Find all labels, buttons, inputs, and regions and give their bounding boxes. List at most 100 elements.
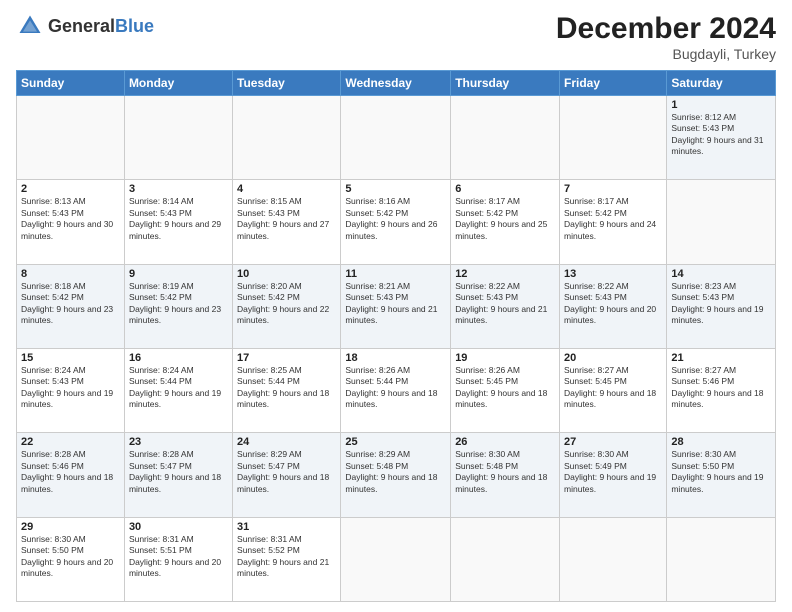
cell-details: Sunrise: 8:25 AMSunset: 5:44 PMDaylight:… [237,365,329,409]
cell-details: Sunrise: 8:24 AMSunset: 5:43 PMDaylight:… [21,365,113,409]
cell-details: Sunrise: 8:30 AMSunset: 5:49 PMDaylight:… [564,449,656,493]
calendar-cell: 11Sunrise: 8:21 AMSunset: 5:43 PMDayligh… [341,264,451,348]
cell-details: Sunrise: 8:29 AMSunset: 5:48 PMDaylight:… [345,449,437,493]
day-number: 28 [671,436,771,448]
calendar-cell [667,517,776,601]
calendar-cell: 8Sunrise: 8:18 AMSunset: 5:42 PMDaylight… [17,264,125,348]
calendar-cell: 12Sunrise: 8:22 AMSunset: 5:43 PMDayligh… [451,264,560,348]
cell-details: Sunrise: 8:27 AMSunset: 5:45 PMDaylight:… [564,365,656,409]
calendar-cell: 17Sunrise: 8:25 AMSunset: 5:44 PMDayligh… [233,348,341,432]
day-number: 31 [237,521,336,533]
col-monday: Monday [124,71,232,96]
cell-details: Sunrise: 8:13 AMSunset: 5:43 PMDaylight:… [21,196,113,240]
cell-details: Sunrise: 8:30 AMSunset: 5:48 PMDaylight:… [455,449,547,493]
calendar-cell: 14Sunrise: 8:23 AMSunset: 5:43 PMDayligh… [667,264,776,348]
logo-icon [16,12,44,40]
cell-details: Sunrise: 8:20 AMSunset: 5:42 PMDaylight:… [237,281,329,325]
calendar-cell: 22Sunrise: 8:28 AMSunset: 5:46 PMDayligh… [17,433,125,517]
cell-details: Sunrise: 8:21 AMSunset: 5:43 PMDaylight:… [345,281,437,325]
calendar-cell: 4Sunrise: 8:15 AMSunset: 5:43 PMDaylight… [233,180,341,264]
calendar-cell [17,96,125,180]
cell-details: Sunrise: 8:23 AMSunset: 5:43 PMDaylight:… [671,281,763,325]
cell-details: Sunrise: 8:22 AMSunset: 5:43 PMDaylight:… [564,281,656,325]
cell-details: Sunrise: 8:30 AMSunset: 5:50 PMDaylight:… [21,534,113,578]
calendar-cell [341,96,451,180]
calendar-cell: 5Sunrise: 8:16 AMSunset: 5:42 PMDaylight… [341,180,451,264]
col-tuesday: Tuesday [233,71,341,96]
col-wednesday: Wednesday [341,71,451,96]
calendar-cell: 6Sunrise: 8:17 AMSunset: 5:42 PMDaylight… [451,180,560,264]
day-number: 21 [671,352,771,364]
calendar-table: Sunday Monday Tuesday Wednesday Thursday… [16,70,776,602]
logo-text: GeneralBlue [48,16,154,37]
cell-details: Sunrise: 8:18 AMSunset: 5:42 PMDaylight:… [21,281,113,325]
calendar-cell [560,96,667,180]
calendar-cell [560,517,667,601]
day-number: 2 [21,183,120,195]
day-number: 30 [129,521,228,533]
col-sunday: Sunday [17,71,125,96]
logo: GeneralBlue [16,12,154,40]
logo-general: General [48,16,115,36]
calendar-cell: 31Sunrise: 8:31 AMSunset: 5:52 PMDayligh… [233,517,341,601]
day-number: 6 [455,183,555,195]
calendar-cell: 19Sunrise: 8:26 AMSunset: 5:45 PMDayligh… [451,348,560,432]
col-thursday: Thursday [451,71,560,96]
cell-details: Sunrise: 8:24 AMSunset: 5:44 PMDaylight:… [129,365,221,409]
cell-details: Sunrise: 8:30 AMSunset: 5:50 PMDaylight:… [671,449,763,493]
calendar-cell: 20Sunrise: 8:27 AMSunset: 5:45 PMDayligh… [560,348,667,432]
calendar-cell: 25Sunrise: 8:29 AMSunset: 5:48 PMDayligh… [341,433,451,517]
cell-details: Sunrise: 8:17 AMSunset: 5:42 PMDaylight:… [564,196,656,240]
calendar-cell [233,96,341,180]
day-number: 8 [21,268,120,280]
calendar-cell: 24Sunrise: 8:29 AMSunset: 5:47 PMDayligh… [233,433,341,517]
day-number: 20 [564,352,662,364]
location-subtitle: Bugdayli, Turkey [556,46,776,62]
day-number: 11 [345,268,446,280]
cell-details: Sunrise: 8:16 AMSunset: 5:42 PMDaylight:… [345,196,437,240]
cell-details: Sunrise: 8:22 AMSunset: 5:43 PMDaylight:… [455,281,547,325]
calendar-cell: 3Sunrise: 8:14 AMSunset: 5:43 PMDaylight… [124,180,232,264]
calendar-cell: 28Sunrise: 8:30 AMSunset: 5:50 PMDayligh… [667,433,776,517]
cell-details: Sunrise: 8:12 AMSunset: 5:43 PMDaylight:… [671,112,763,156]
logo-area: GeneralBlue [16,12,154,40]
cell-details: Sunrise: 8:14 AMSunset: 5:43 PMDaylight:… [129,196,221,240]
calendar-cell: 1Sunrise: 8:12 AMSunset: 5:43 PMDaylight… [667,96,776,180]
month-title: December 2024 [556,12,776,46]
calendar-cell: 26Sunrise: 8:30 AMSunset: 5:48 PMDayligh… [451,433,560,517]
day-number: 18 [345,352,446,364]
day-number: 13 [564,268,662,280]
cell-details: Sunrise: 8:31 AMSunset: 5:51 PMDaylight:… [129,534,221,578]
day-number: 25 [345,436,446,448]
header: GeneralBlue December 2024 Bugdayli, Turk… [16,12,776,62]
header-row: Sunday Monday Tuesday Wednesday Thursday… [17,71,776,96]
day-number: 16 [129,352,228,364]
day-number: 10 [237,268,336,280]
day-number: 23 [129,436,228,448]
day-number: 15 [21,352,120,364]
col-saturday: Saturday [667,71,776,96]
calendar-cell: 29Sunrise: 8:30 AMSunset: 5:50 PMDayligh… [17,517,125,601]
calendar-cell: 27Sunrise: 8:30 AMSunset: 5:49 PMDayligh… [560,433,667,517]
col-friday: Friday [560,71,667,96]
calendar-cell [341,517,451,601]
cell-details: Sunrise: 8:17 AMSunset: 5:42 PMDaylight:… [455,196,547,240]
cell-details: Sunrise: 8:28 AMSunset: 5:47 PMDaylight:… [129,449,221,493]
calendar-cell: 18Sunrise: 8:26 AMSunset: 5:44 PMDayligh… [341,348,451,432]
day-number: 27 [564,436,662,448]
cell-details: Sunrise: 8:27 AMSunset: 5:46 PMDaylight:… [671,365,763,409]
day-number: 17 [237,352,336,364]
calendar-cell: 2Sunrise: 8:13 AMSunset: 5:43 PMDaylight… [17,180,125,264]
calendar-cell: 21Sunrise: 8:27 AMSunset: 5:46 PMDayligh… [667,348,776,432]
page: GeneralBlue December 2024 Bugdayli, Turk… [0,0,792,612]
calendar-cell: 7Sunrise: 8:17 AMSunset: 5:42 PMDaylight… [560,180,667,264]
calendar-cell: 15Sunrise: 8:24 AMSunset: 5:43 PMDayligh… [17,348,125,432]
calendar: Sunday Monday Tuesday Wednesday Thursday… [16,70,776,602]
cell-details: Sunrise: 8:19 AMSunset: 5:42 PMDaylight:… [129,281,221,325]
cell-details: Sunrise: 8:29 AMSunset: 5:47 PMDaylight:… [237,449,329,493]
day-number: 4 [237,183,336,195]
day-number: 1 [671,99,771,111]
calendar-cell [667,180,776,264]
day-number: 3 [129,183,228,195]
week-row-6: 29Sunrise: 8:30 AMSunset: 5:50 PMDayligh… [17,517,776,601]
